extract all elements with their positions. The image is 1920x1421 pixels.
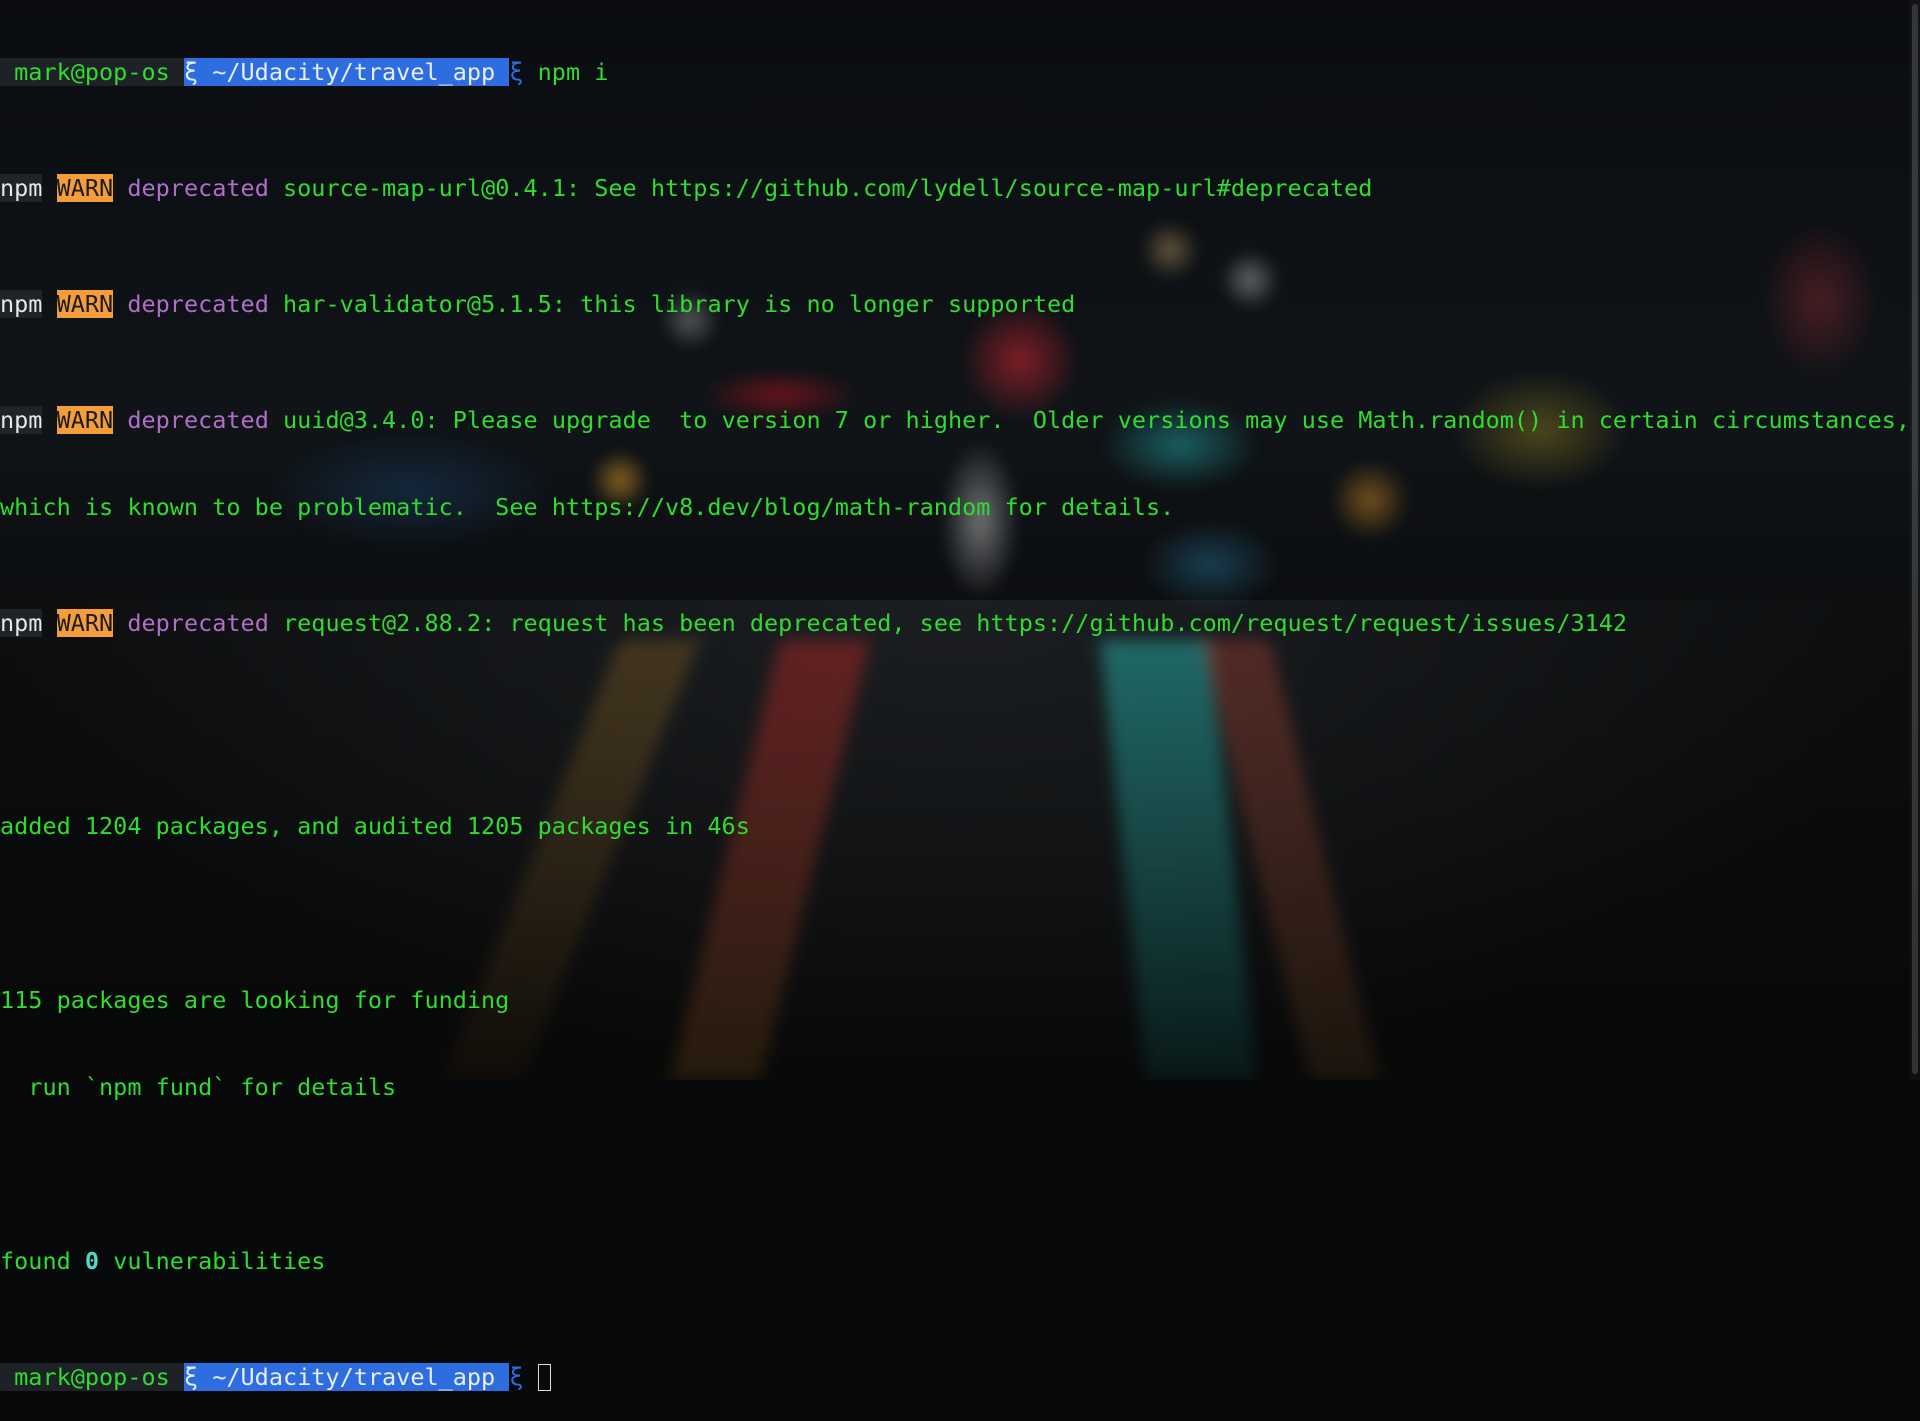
terminal-output[interactable]: mark@pop-os ξ ~/Udacity/travel_app ξ npm… <box>0 0 1920 1391</box>
prompt-path: ~/Udacity/travel_app <box>198 1363 510 1391</box>
warning-line: npm WARN deprecated source-map-url@0.4.1… <box>0 174 1920 203</box>
npm-label: npm <box>0 290 43 318</box>
scrollbar[interactable] <box>1910 0 1920 1080</box>
prompt-line: mark@pop-os ξ ~/Udacity/travel_app ξ <box>0 1363 1920 1392</box>
warning-message: uuid@3.4.0: Please upgrade to version 7 … <box>283 406 1911 434</box>
prompt-arrow-icon: ξ <box>509 58 524 86</box>
text-cursor[interactable] <box>537 1364 551 1391</box>
warn-badge: WARN <box>56 406 114 434</box>
prompt-user-host: mark@pop-os <box>0 58 184 86</box>
found-suffix: vulnerabilities <box>99 1247 326 1275</box>
prompt-path-segment: ξ ~/Udacity/travel_app <box>183 58 510 86</box>
deprecated-tag: deprecated <box>127 609 269 637</box>
prompt-arrow-icon: ξ <box>509 1363 524 1391</box>
funding-summary: 115 packages are looking for funding <box>0 986 510 1014</box>
warning-message: source-map-url@0.4.1: See https://github… <box>283 174 1373 202</box>
warning-message-continuation: which is known to be problematic. See ht… <box>0 493 1175 521</box>
folder-icon: ξ <box>183 58 199 86</box>
warning-continuation: which is known to be problematic. See ht… <box>0 493 1920 522</box>
warn-badge: WARN <box>56 290 114 318</box>
npm-label: npm <box>0 406 43 434</box>
vulnerabilities-summary: found 0 vulnerabilities <box>0 1247 1920 1276</box>
npm-label: npm <box>0 174 43 202</box>
warn-badge: WARN <box>56 174 114 202</box>
deprecated-tag: deprecated <box>127 406 269 434</box>
npm-label: npm <box>0 609 43 637</box>
folder-icon: ξ <box>183 1363 199 1391</box>
funding-hint: run `npm fund` for details <box>0 1073 397 1101</box>
warning-line: npm WARN deprecated har-validator@5.1.5:… <box>0 290 1920 319</box>
deprecated-tag: deprecated <box>127 174 269 202</box>
warning-line: npm WARN deprecated uuid@3.4.0: Please u… <box>0 406 1920 435</box>
command-text: npm i <box>523 58 609 86</box>
deprecated-tag: deprecated <box>127 290 269 318</box>
warning-message: request@2.88.2: request has been depreca… <box>283 609 1628 637</box>
prompt-user-host: mark@pop-os <box>0 1363 184 1391</box>
found-prefix: found <box>0 1247 85 1275</box>
warning-message: har-validator@5.1.5: this library is no … <box>283 290 1076 318</box>
scrollbar-thumb[interactable] <box>1912 4 1918 1074</box>
vulnerability-count: 0 <box>84 1247 100 1275</box>
added-summary: added 1204 packages, and audited 1205 pa… <box>0 812 750 840</box>
prompt-path: ~/Udacity/travel_app <box>198 58 510 86</box>
warning-line: npm WARN deprecated request@2.88.2: requ… <box>0 609 1920 638</box>
warn-badge: WARN <box>56 609 114 637</box>
prompt-path-segment: ξ ~/Udacity/travel_app <box>183 1363 510 1391</box>
prompt-line: mark@pop-os ξ ~/Udacity/travel_app ξ npm… <box>0 58 1920 87</box>
